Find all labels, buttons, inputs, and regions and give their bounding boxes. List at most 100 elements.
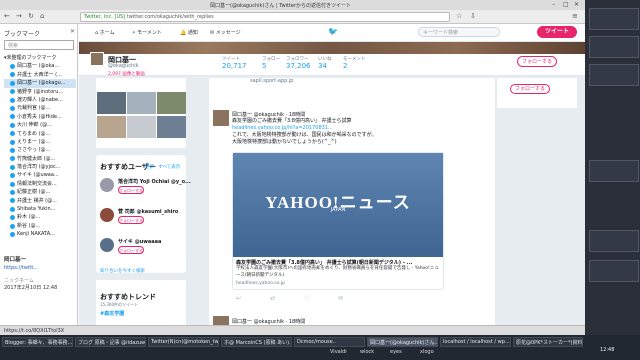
avatar[interactable] [100,238,114,252]
bookmark-item[interactable]: えりまー (@... [4,138,76,146]
tweet-author[interactable]: 岡口基一 @okaguchik · 18時間 [232,318,305,325]
tweet-avatar[interactable] [213,110,229,126]
twitter-favicon-icon [10,114,15,120]
taskbar-task[interactable]: 岡口基一(@okaguchik)さん... [367,337,438,347]
stat-following[interactable]: フォロー 5 [262,56,280,70]
bookmark-item[interactable]: Shibata Yukin... [4,205,76,213]
find-friends-link[interactable]: 知り合いを今すぐ検索 [100,268,145,274]
taskbar-task[interactable]: Blogger: 事細々、事務事務... [2,337,73,347]
profile-handle[interactable]: @okaguchik [108,63,138,69]
profile-avatar[interactable] [90,52,104,66]
back-icon[interactable]: ← [4,12,10,20]
bookmark-label: Kenji NAKATA... [17,231,55,238]
trend-item[interactable]: #森友学園 [100,310,124,317]
taskbar-task[interactable]: Dcmoc/mouse.. [294,337,365,347]
nav-moments[interactable]: ⚡ モーメント [132,29,162,36]
taskbar-task[interactable]: 原花@0PK*ストーカー*(資料... [513,337,583,347]
avatar[interactable] [100,208,114,222]
taskbar-task[interactable]: ホ@ MarcoinCS (原稿 あい)... [221,337,292,347]
bookmark-item[interactable]: ささやっ (@... [4,146,76,154]
tweet-author[interactable]: 岡口基一 @okaguchik · 18時間 [232,111,305,118]
follow-button[interactable]: フォローする [517,56,557,67]
bookmark-star-icon[interactable]: ☆ [456,12,462,20]
photo-thumb[interactable] [157,116,186,138]
bookmark-item[interactable]: サイキ (@uwaa... [4,171,76,179]
bookmark-item[interactable]: 大川 伸郎 (@... [4,121,76,129]
taskbar-task[interactable]: Twitter(N)cn(@motoken_tw) [148,337,219,347]
menu-icon[interactable]: ≡ [572,12,578,20]
user-name[interactable]: サイキ @uwaaaa [118,238,161,245]
tweet-avatar[interactable] [213,316,229,325]
bookmark-item[interactable]: 岡口基一 (@oka... [4,62,76,70]
bookmark-item[interactable]: 岡口基一 (@okagu... [4,79,76,88]
bookmark-item[interactable]: 小倉秀夫 (@Hide... [4,113,76,121]
bookmark-item[interactable]: 渡辺輝人 (@nabe... [4,96,76,104]
photo-thumb[interactable] [97,92,126,114]
timeline-link[interactable]: sapil.sport-app.jp [250,78,293,84]
tray-app[interactable]: wlock [360,349,374,355]
nav-notifications[interactable]: 🔔 通知 [180,29,198,36]
bookmark-item[interactable]: 新谷 (@... [4,222,76,230]
maximize-icon[interactable]: □ [563,1,569,8]
reply-icon[interactable]: ↩ [236,295,241,302]
reload-icon[interactable]: ↻ [28,12,34,20]
bookmark-folder[interactable]: ▾ 未整理のブックマーク [4,54,76,62]
stat-moments[interactable]: モーメント 2 [343,56,365,70]
stat-likes[interactable]: いいね 34 [318,56,332,70]
like-icon[interactable]: ♡ [304,295,309,302]
url-bar[interactable]: Twitter, Inc. [US] twitter.com/okaguchik… [80,12,450,22]
tweet-button[interactable]: ツイート [537,26,577,38]
bookmark-item[interactable]: てらまめ (@... [4,130,76,138]
twitter-bird-icon[interactable]: 🐦 [328,27,338,36]
sidebar-close-icon[interactable]: ✕ [70,28,75,35]
stat-followers[interactable]: フォロワー 37,206 [286,56,311,70]
nav-home[interactable]: ⌂ ホーム [95,29,115,36]
twitter-favicon-icon [10,181,15,187]
bookmark-item[interactable]: 落合洋司 (@yjoc... [4,163,76,171]
bookmark-item[interactable]: 弁護士 楊井 (@... [4,197,76,205]
taskbar-task[interactable]: ブログ 原稿・記事 @iidazuwaa(2) [75,337,146,347]
tray-app[interactable]: eyes [390,349,402,355]
stat-tweets[interactable]: ツイート 20,717 [222,56,247,70]
profile-media-link[interactable]: 2,097 画像と動画 [108,71,145,77]
taskbar-task[interactable]: localhost / localhost / wp... [440,337,511,347]
follow-user-button[interactable]: フォローする [118,246,144,254]
bookmark-item[interactable]: 鈴木 (@... [4,213,76,221]
download-icon[interactable]: ⇩ [470,12,476,20]
photo-thumb[interactable] [157,92,186,114]
photo-thumb[interactable] [127,92,156,114]
user-name[interactable]: 落合洋司 Yoji Ochiai @y_o... [118,178,191,185]
bookmark-item[interactable]: 猪野亨 (@inotoru... [4,88,76,96]
yahoo-news-logo-sub: JAPAN [330,207,346,213]
bookmark-item[interactable]: 情報法制交流会... [4,180,76,188]
home-icon[interactable]: ⌂ [40,12,44,20]
status-bar: https://t.co/8QXI1Ttol3X [0,325,585,335]
retweet-icon[interactable]: ⇄ [270,295,275,302]
forward-icon[interactable]: → [16,12,22,20]
photo-thumb[interactable] [127,116,156,138]
user-name[interactable]: 菅 司郎 @kasumi_shiro [118,208,178,215]
bookmark-item[interactable]: 元裁判官 (@... [4,104,76,112]
recommended-links[interactable]: 更新 · すべて表示 [145,164,180,170]
bookmark-search-input[interactable]: 検索 [4,40,74,50]
avatar[interactable] [100,178,114,192]
tray-app[interactable]: Vivaldi [330,349,347,355]
bookmark-item[interactable]: Kenji NAKATA... [4,230,76,238]
dm-icon[interactable]: ✉ [338,295,343,302]
nav-messages[interactable]: ✉ メッセージ [210,29,241,36]
minimize-icon[interactable]: – [552,1,555,8]
follow-button-secondary[interactable]: フォローする [510,84,550,94]
follow-user-button[interactable]: フォローする [118,216,144,224]
tweet-link[interactable]: headlines.yahoo.co.jp/hl?a=20170831... [232,125,452,132]
twitter-search-input[interactable]: キーワード検索 [418,27,500,37]
tray-app[interactable]: xlogo [420,349,434,355]
photo-thumb[interactable] [97,116,126,138]
bookmark-item[interactable]: 竹熊健太郎 (@... [4,155,76,163]
follow-user-button[interactable]: フォローする [118,186,144,194]
bookmark-label: サイキ (@uwaa... [17,172,59,179]
twitter-favicon-icon [10,122,15,128]
close-window-icon[interactable]: ✕ [574,1,579,8]
bookmark-item[interactable]: 紀藤正樹 (@... [4,188,76,196]
bookmark-item[interactable]: 弁護士 大西洋一 (... [4,71,76,79]
clock-time: 12:48 [600,347,615,353]
